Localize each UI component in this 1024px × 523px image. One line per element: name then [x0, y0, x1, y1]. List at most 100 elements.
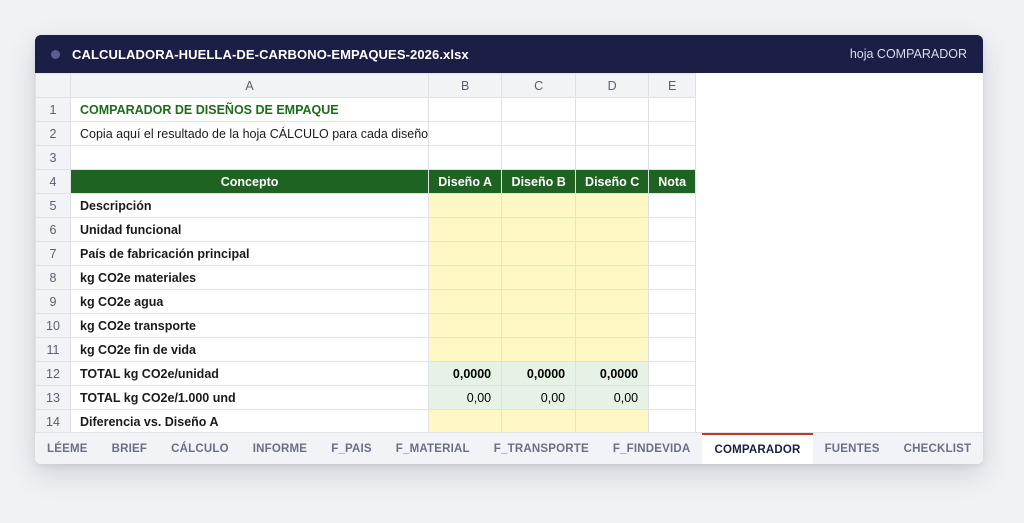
- row-number[interactable]: 8: [35, 265, 71, 290]
- cell[interactable]: [501, 121, 577, 146]
- input-cell[interactable]: [501, 289, 577, 314]
- concept-label[interactable]: kg CO2e materiales: [69, 265, 430, 290]
- row-number[interactable]: 5: [35, 193, 71, 218]
- note-cell[interactable]: [648, 217, 697, 242]
- input-cell[interactable]: [501, 193, 577, 218]
- cell[interactable]: [69, 145, 430, 170]
- row-number[interactable]: 10: [35, 313, 71, 338]
- row-number[interactable]: 3: [35, 145, 71, 170]
- input-cell[interactable]: [575, 337, 650, 362]
- cell[interactable]: [648, 145, 697, 170]
- input-cell[interactable]: [428, 409, 503, 434]
- tab-f-transporte[interactable]: F_TRANSPORTE: [482, 433, 601, 464]
- total-unit-c[interactable]: 0,0000: [575, 361, 650, 386]
- cell[interactable]: [501, 145, 577, 170]
- input-cell[interactable]: [575, 313, 650, 338]
- input-cell[interactable]: [575, 265, 650, 290]
- note-cell[interactable]: [648, 361, 697, 386]
- tab-comparador[interactable]: COMPARADOR: [702, 433, 813, 464]
- input-cell[interactable]: [575, 241, 650, 266]
- cell[interactable]: [575, 121, 650, 146]
- input-cell[interactable]: [501, 217, 577, 242]
- row-number[interactable]: 9: [35, 289, 71, 314]
- tab-f-material[interactable]: F_MATERIAL: [384, 433, 482, 464]
- note-cell[interactable]: [648, 289, 697, 314]
- concept-label[interactable]: TOTAL kg CO2e/1.000 und: [69, 385, 430, 410]
- tab-f-findevida[interactable]: F_FINDEVIDA: [601, 433, 703, 464]
- note-cell[interactable]: [648, 409, 697, 434]
- concept-label[interactable]: Unidad funcional: [69, 217, 430, 242]
- cell-a2-instruction[interactable]: Copia aquí el resultado de la hoja CÁLCU…: [69, 121, 430, 146]
- note-cell[interactable]: [648, 265, 697, 290]
- total-unit-b[interactable]: 0,0000: [501, 361, 577, 386]
- note-cell[interactable]: [648, 313, 697, 338]
- concept-label[interactable]: TOTAL kg CO2e/unidad: [69, 361, 430, 386]
- column-header-a[interactable]: A: [69, 73, 430, 98]
- concept-label[interactable]: País de fabricación principal: [69, 241, 430, 266]
- cell[interactable]: [575, 145, 650, 170]
- row-number[interactable]: 4: [35, 169, 71, 194]
- cell[interactable]: [648, 121, 697, 146]
- row-number[interactable]: 11: [35, 337, 71, 362]
- tab-checklist[interactable]: CHECKLIST: [892, 433, 983, 464]
- row-number[interactable]: 6: [35, 217, 71, 242]
- row-number[interactable]: 1: [35, 97, 71, 122]
- input-cell[interactable]: [501, 241, 577, 266]
- note-cell[interactable]: [648, 337, 697, 362]
- input-cell[interactable]: [428, 265, 503, 290]
- input-cell[interactable]: [575, 409, 650, 434]
- tab-brief[interactable]: BRIEF: [100, 433, 160, 464]
- input-cell[interactable]: [428, 193, 503, 218]
- row-number[interactable]: 2: [35, 121, 71, 146]
- header-diseno-c[interactable]: Diseño C: [575, 169, 650, 194]
- input-cell[interactable]: [428, 289, 503, 314]
- row-number[interactable]: 12: [35, 361, 71, 386]
- cell[interactable]: [428, 97, 503, 122]
- input-cell[interactable]: [575, 217, 650, 242]
- concept-label[interactable]: Descripción: [69, 193, 430, 218]
- total-thousand-b[interactable]: 0,00: [501, 385, 577, 410]
- tab-fuentes[interactable]: FUENTES: [813, 433, 892, 464]
- input-cell[interactable]: [501, 409, 577, 434]
- input-cell[interactable]: [501, 265, 577, 290]
- total-thousand-c[interactable]: 0,00: [575, 385, 650, 410]
- row-number[interactable]: 14: [35, 409, 71, 434]
- column-header-d[interactable]: D: [575, 73, 650, 98]
- tab-leeme[interactable]: LÉEME: [35, 433, 100, 464]
- cell[interactable]: [501, 97, 577, 122]
- column-header-e[interactable]: E: [648, 73, 697, 98]
- header-concepto[interactable]: Concepto: [69, 169, 430, 194]
- header-nota[interactable]: Nota: [648, 169, 697, 194]
- concept-label[interactable]: kg CO2e transporte: [69, 313, 430, 338]
- input-cell[interactable]: [428, 217, 503, 242]
- input-cell[interactable]: [575, 193, 650, 218]
- input-cell[interactable]: [428, 241, 503, 266]
- tab-calculo[interactable]: CÁLCULO: [159, 433, 241, 464]
- input-cell[interactable]: [575, 289, 650, 314]
- cell[interactable]: [648, 97, 697, 122]
- note-cell[interactable]: [648, 241, 697, 266]
- cell-a1-title[interactable]: COMPARADOR DE DISEÑOS DE EMPAQUE: [69, 97, 430, 122]
- input-cell[interactable]: [428, 313, 503, 338]
- note-cell[interactable]: [648, 385, 697, 410]
- concept-label[interactable]: Diferencia vs. Diseño A: [69, 409, 430, 434]
- row-number[interactable]: 13: [35, 385, 71, 410]
- header-diseno-b[interactable]: Diseño B: [501, 169, 577, 194]
- tab-f-pais[interactable]: F_PAIS: [319, 433, 384, 464]
- row-number[interactable]: 7: [35, 241, 71, 266]
- input-cell[interactable]: [501, 337, 577, 362]
- select-all-corner[interactable]: [35, 73, 71, 98]
- cell[interactable]: [575, 97, 650, 122]
- tab-informe[interactable]: INFORME: [241, 433, 319, 464]
- total-thousand-a[interactable]: 0,00: [428, 385, 503, 410]
- concept-label[interactable]: kg CO2e fin de vida: [69, 337, 430, 362]
- header-diseno-a[interactable]: Diseño A: [428, 169, 503, 194]
- column-header-b[interactable]: B: [428, 73, 503, 98]
- column-header-c[interactable]: C: [501, 73, 577, 98]
- input-cell[interactable]: [428, 337, 503, 362]
- total-unit-a[interactable]: 0,0000: [428, 361, 503, 386]
- cell[interactable]: [428, 121, 503, 146]
- cell[interactable]: [428, 145, 503, 170]
- input-cell[interactable]: [501, 313, 577, 338]
- concept-label[interactable]: kg CO2e agua: [69, 289, 430, 314]
